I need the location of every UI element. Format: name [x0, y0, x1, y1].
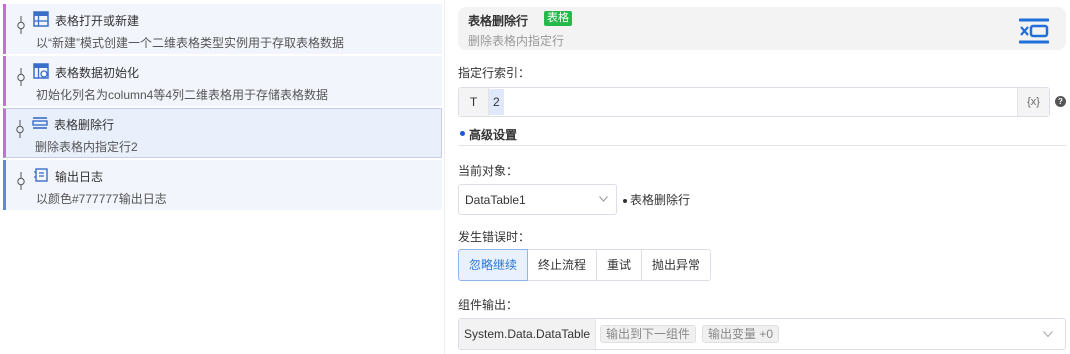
row-index-input[interactable]: T 2 {x} [458, 87, 1050, 117]
current-object-label: 当前对象： [458, 164, 519, 178]
current-object-select[interactable]: DataTable1 [458, 184, 617, 215]
output-type: System.Data.DataTable [459, 319, 597, 349]
bullet-icon [460, 131, 465, 136]
pin-icon[interactable] [16, 172, 26, 190]
step-title: 表格打开或新建 [55, 14, 140, 28]
current-object-value: DataTable1 [465, 193, 526, 207]
step-output-log[interactable]: 输出日志 以颜色#777777输出日志 [3, 160, 442, 210]
component-title: 表格删除行 [468, 14, 529, 28]
output-select[interactable]: System.Data.DataTable 输出到下一组件 输出变量 +0 [458, 318, 1066, 350]
option-ignore-continue[interactable]: 忽略继续 [458, 249, 529, 281]
on-error-options: 忽略继续 终止流程 重试 抛出异常 [458, 249, 712, 281]
current-object-note: 表格删除行 [623, 191, 690, 208]
table-delete-row-icon [32, 117, 48, 129]
step-desc: 以“新建”模式创建一个二维表格类型实例用于存取表格数据 [36, 36, 344, 50]
text-type-prefix[interactable]: T [459, 88, 489, 116]
pin-icon[interactable] [15, 120, 25, 138]
step-title: 表格数据初始化 [55, 66, 140, 80]
log-icon [34, 168, 48, 182]
bullet-icon [623, 198, 627, 203]
row-index-value[interactable]: 2 [489, 89, 504, 115]
option-throw-exception[interactable]: 抛出异常 [641, 249, 712, 281]
table-delete-row-icon [1019, 18, 1049, 44]
option-retry[interactable]: 重试 [596, 249, 643, 281]
output-next-chip[interactable]: 输出到下一组件 [600, 325, 697, 343]
variable-button[interactable]: {x} [1017, 88, 1049, 116]
help-icon[interactable]: ? [1055, 96, 1066, 107]
step-table-delete-row[interactable]: 表格删除行 删除表格内指定行2 [3, 108, 442, 158]
table-icon [33, 11, 49, 27]
row-index-label: 指定行索引： [458, 66, 531, 80]
table-init-icon [33, 63, 49, 79]
output-label: 组件输出： [458, 298, 519, 312]
step-desc: 删除表格内指定行2 [35, 140, 138, 154]
on-error-label: 发生错误时： [458, 230, 531, 244]
step-title: 表格删除行 [54, 118, 115, 132]
pin-icon[interactable] [16, 68, 26, 86]
pin-icon[interactable] [16, 16, 26, 34]
properties-panel: 表格删除行 表格 删除表格内指定行 指定行索引： T 2 {x} ? 高级设置 … [445, 0, 1070, 354]
advanced-settings-label: 高级设置 [469, 128, 518, 142]
component-desc: 删除表格内指定行 [468, 34, 565, 48]
advanced-settings-section[interactable]: 高级设置 [458, 125, 1066, 146]
component-header: 表格删除行 表格 删除表格内指定行 [458, 7, 1066, 50]
step-title: 输出日志 [55, 170, 104, 184]
flow-step-list: 表格打开或新建 以“新建”模式创建一个二维表格类型实例用于存取表格数据 表格数据… [0, 0, 444, 354]
option-terminate-flow[interactable]: 终止流程 [527, 249, 598, 281]
output-var-chip[interactable]: 输出变量 +0 [702, 325, 780, 343]
current-object-note-text: 表格删除行 [630, 193, 691, 207]
step-table-open[interactable]: 表格打开或新建 以“新建”模式创建一个二维表格类型实例用于存取表格数据 [3, 4, 442, 54]
category-tag: 表格 [544, 11, 572, 26]
chevron-down-icon [599, 196, 608, 202]
step-desc: 初始化列名为column4等4列二维表格用于存储表格数据 [36, 88, 329, 102]
step-desc: 以颜色#777777输出日志 [36, 192, 167, 206]
step-table-init[interactable]: 表格数据初始化 初始化列名为column4等4列二维表格用于存储表格数据 [3, 56, 442, 106]
chevron-down-icon[interactable] [1043, 331, 1053, 337]
